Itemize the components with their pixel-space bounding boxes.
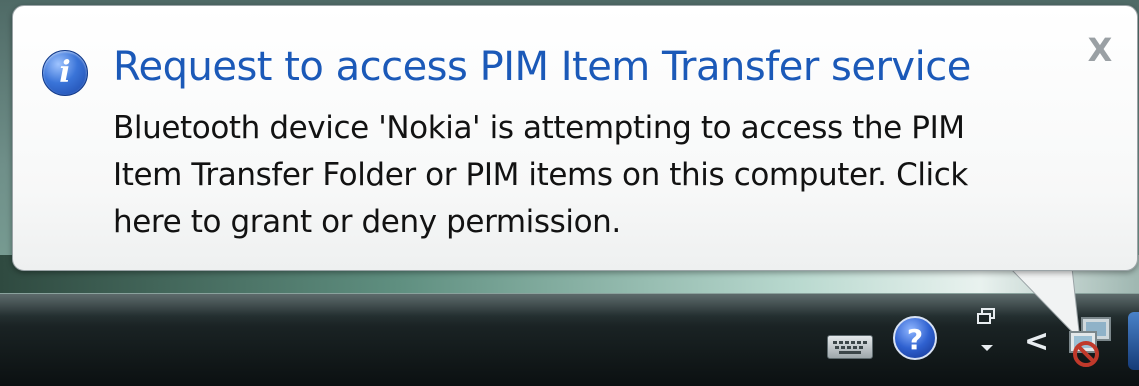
notification-title[interactable]: Request to access PIM Item Transfer serv… — [113, 44, 971, 90]
message-line: here to grant or deny permission. — [113, 204, 621, 240]
keyboard-icon[interactable] — [827, 335, 873, 359]
info-icon: i — [42, 50, 88, 96]
message-line: Item Transfer Folder or PIM items on thi… — [113, 157, 968, 193]
chevron-left-icon[interactable]: < — [1024, 326, 1049, 358]
taskbar — [0, 293, 1139, 386]
network-icon[interactable] — [1064, 310, 1122, 370]
message-line: Bluetooth device 'Nokia' is attempting t… — [113, 110, 965, 146]
close-icon[interactable]: X — [1080, 32, 1120, 68]
notification-message[interactable]: Bluetooth device 'Nokia' is attempting t… — [113, 105, 1103, 246]
help-icon[interactable]: ? — [893, 316, 937, 360]
restore-window-icon[interactable] — [974, 305, 1000, 357]
show-desktop-button[interactable] — [1128, 312, 1139, 370]
